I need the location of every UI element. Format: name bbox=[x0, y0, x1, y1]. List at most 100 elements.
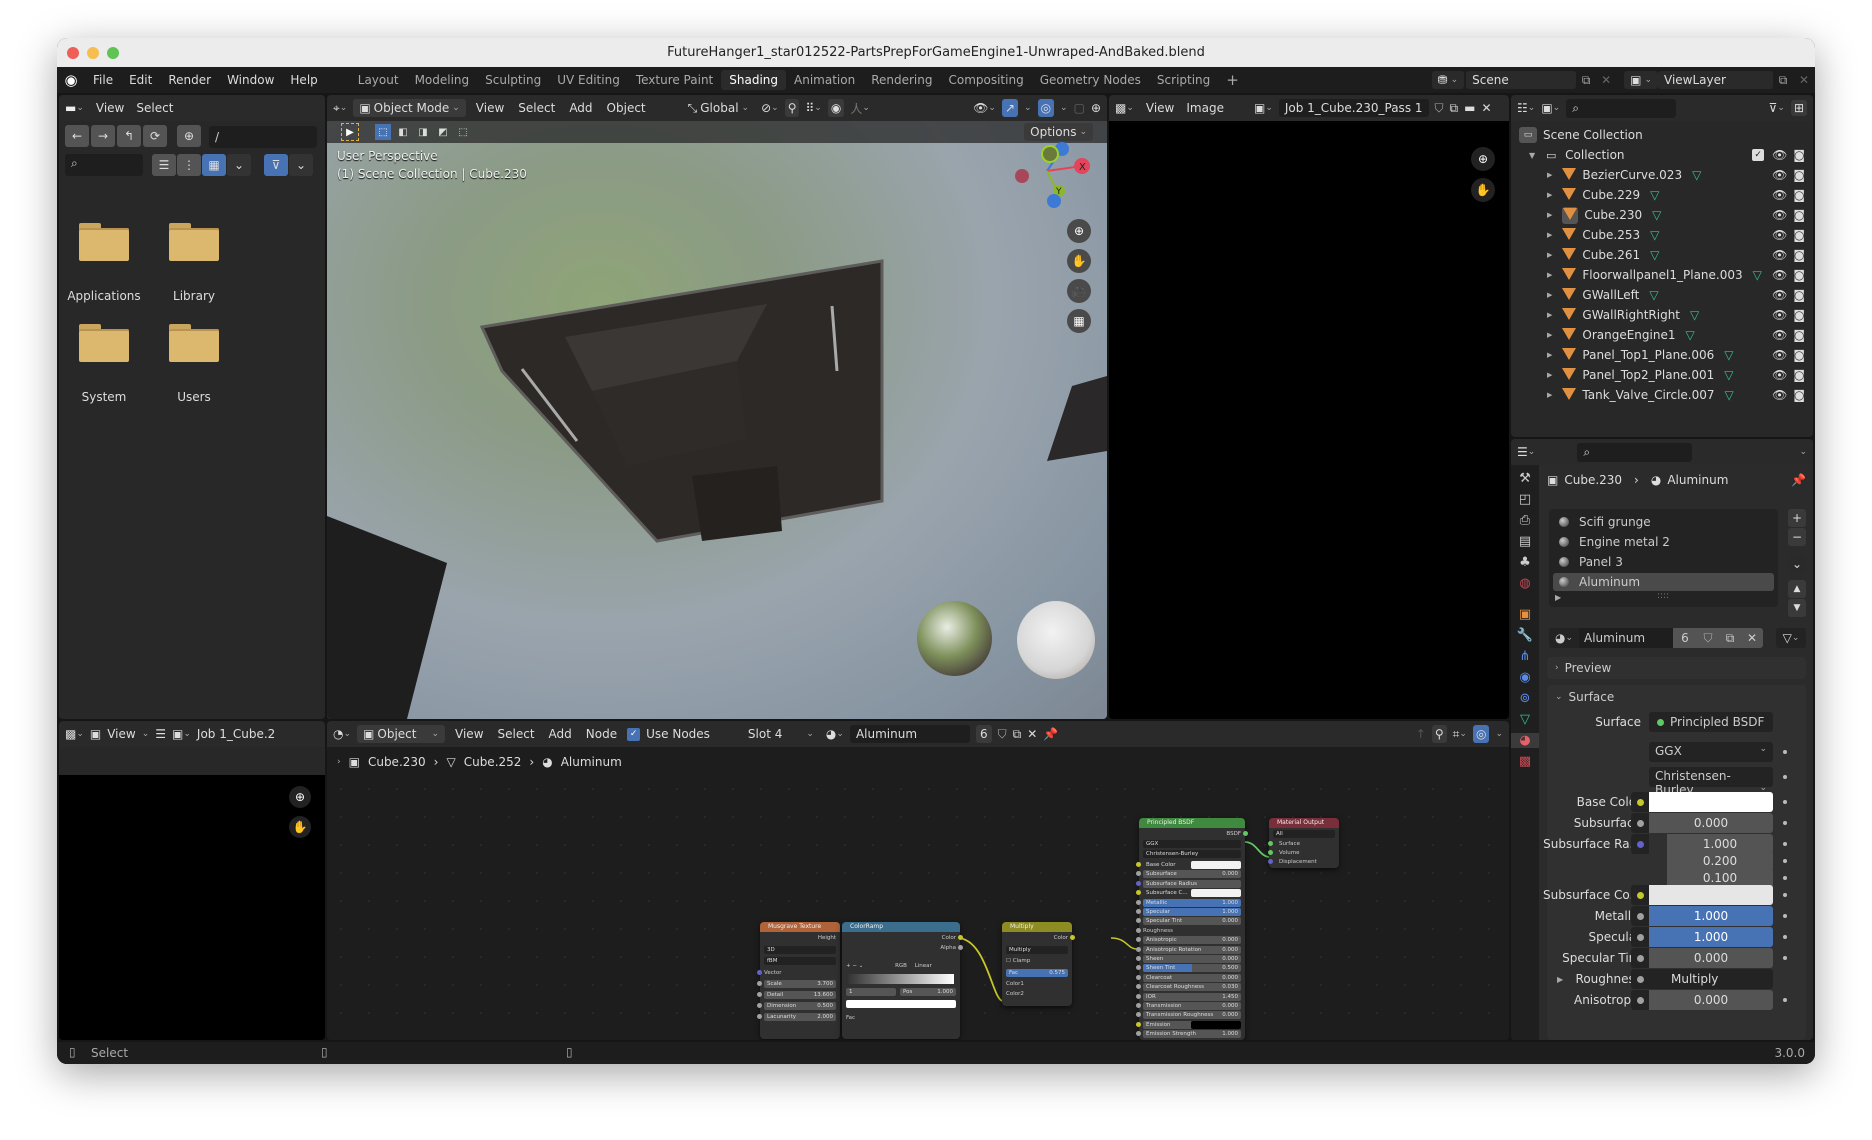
keyframe-dot[interactable] bbox=[1783, 775, 1787, 779]
snap-target-icon[interactable]: ⠿ ⌄ bbox=[805, 101, 821, 115]
keyframe-dot[interactable] bbox=[1783, 935, 1787, 939]
bsdf-input-row[interactable]: Clearcoat 0.000 bbox=[1143, 973, 1241, 982]
camera-render-icon[interactable]: ◙ bbox=[1793, 148, 1805, 162]
socket-icon[interactable] bbox=[1636, 840, 1644, 848]
node-material-output[interactable]: Material Output All Surface Volume Displ… bbox=[1268, 818, 1339, 868]
mesh-data-icon[interactable]: ▽ bbox=[1649, 288, 1658, 302]
input-socket[interactable] bbox=[1136, 1031, 1141, 1037]
outliner-object-row[interactable]: ▶ Panel_Top2_Plane.001 ▽ 👁 ◙ bbox=[1511, 365, 1813, 385]
viewport-menu-view[interactable]: View bbox=[472, 101, 508, 115]
folder-label-users[interactable]: Users bbox=[149, 390, 239, 404]
object-name[interactable]: Cube.253 bbox=[1582, 228, 1640, 242]
outliner-object-row[interactable]: ▶ GWallLeft ▽ 👁 ◙ bbox=[1511, 285, 1813, 305]
image-menu-image[interactable]: Image bbox=[1186, 101, 1224, 115]
minimize-window-button[interactable] bbox=[87, 47, 99, 59]
input-socket[interactable] bbox=[1136, 946, 1141, 952]
camera-view-icon[interactable]: 🎥 bbox=[1067, 279, 1091, 303]
zoom-window-button[interactable] bbox=[107, 47, 119, 59]
input-socket[interactable] bbox=[1136, 937, 1141, 943]
property-value-field[interactable]: 0.000 bbox=[1649, 990, 1773, 1010]
fake-user-shield-icon[interactable]: ⛉ bbox=[1697, 628, 1719, 648]
camera-render-icon[interactable]: ◙ bbox=[1793, 228, 1805, 242]
proportional-edit-icon[interactable]: ◉ bbox=[827, 99, 845, 117]
eye-icon[interactable]: 👁 bbox=[1772, 148, 1787, 162]
physics-tab-icon[interactable]: ◉ bbox=[1519, 670, 1530, 685]
outliner-search-input[interactable]: ⌕ bbox=[1566, 98, 1677, 118]
move-slot-up-icon[interactable]: ▲ bbox=[1788, 580, 1806, 598]
add-slot-button[interactable]: + bbox=[1788, 509, 1806, 527]
camera-render-icon[interactable]: ◙ bbox=[1793, 308, 1805, 322]
color-swatch[interactable] bbox=[1191, 889, 1241, 898]
wireframe-shading-icon[interactable]: ⊕ bbox=[1091, 101, 1101, 115]
property-value-field[interactable]: 0.000 bbox=[1649, 813, 1773, 833]
bsdf-input-row[interactable]: Anisotropic 0.000 bbox=[1143, 936, 1241, 945]
bsdf-input-row[interactable]: Emission bbox=[1143, 1020, 1241, 1029]
material-name-field[interactable]: Aluminum bbox=[1579, 628, 1673, 648]
file-menu-view[interactable]: View bbox=[90, 101, 130, 115]
editor-type-file-browser-icon[interactable]: ▬ ⌄ bbox=[65, 101, 84, 115]
input-socket[interactable] bbox=[757, 992, 762, 997]
camera-render-icon[interactable]: ◙ bbox=[1793, 388, 1805, 402]
new-view-layer-icon[interactable]: ⧉ bbox=[1773, 73, 1793, 88]
display-mode-icon[interactable]: ▣ ⌄ bbox=[1541, 101, 1560, 115]
input-socket[interactable] bbox=[1136, 880, 1141, 886]
input-socket[interactable] bbox=[1136, 899, 1141, 905]
pan-hand-icon[interactable]: ✋ bbox=[1471, 178, 1495, 202]
eye-icon[interactable]: 👁 bbox=[1772, 308, 1787, 322]
proportional-falloff-icon[interactable]: 人 ⌄ bbox=[850, 100, 870, 117]
color-swatch[interactable] bbox=[1191, 1020, 1241, 1029]
tab-sculpting[interactable]: Sculpting bbox=[477, 70, 549, 90]
camera-render-icon[interactable]: ◙ bbox=[1793, 268, 1805, 282]
keyframe-dot[interactable] bbox=[1783, 800, 1787, 804]
mesh-data-icon[interactable]: ▽ bbox=[1753, 268, 1762, 282]
input-socket[interactable] bbox=[1136, 965, 1141, 971]
view-layer-tab-icon[interactable]: ▤ bbox=[1519, 534, 1531, 549]
distribution-dropdown[interactable]: GGX bbox=[1143, 840, 1241, 848]
remove-slot-button[interactable]: − bbox=[1788, 528, 1806, 546]
material-slot-item[interactable]: Panel 3 bbox=[1553, 553, 1774, 571]
musgrave-field[interactable]: Dimension 0.500 bbox=[764, 1002, 836, 1010]
folder-icon[interactable] bbox=[169, 324, 219, 362]
camera-render-icon[interactable]: ◙ bbox=[1793, 328, 1805, 342]
list-resize-handle[interactable]: :::: bbox=[1657, 591, 1669, 601]
back-arrow-icon[interactable]: ← bbox=[65, 125, 89, 147]
expand-triangle-icon[interactable]: ▶ bbox=[1547, 271, 1552, 279]
mesh-data-icon[interactable]: ▽ bbox=[1686, 328, 1695, 342]
socket-icon[interactable] bbox=[1636, 819, 1644, 827]
file-menu-select[interactable]: Select bbox=[136, 101, 173, 115]
xray-toggle-icon[interactable]: ▢ bbox=[1074, 101, 1085, 115]
outliner-object-row[interactable]: ▶ Tank_Valve_Circle.007 ▽ 👁 ◙ bbox=[1511, 385, 1813, 405]
folder-icon[interactable] bbox=[79, 324, 129, 362]
folder-label-applications[interactable]: Applications bbox=[59, 289, 149, 303]
object-tab-icon[interactable]: ▣ bbox=[1519, 607, 1531, 622]
input-socket[interactable] bbox=[1136, 1003, 1141, 1008]
viewport-menu-select[interactable]: Select bbox=[514, 101, 559, 115]
exclude-checkbox[interactable]: ✓ bbox=[1752, 149, 1765, 161]
bsdf-input-row[interactable]: Metallic 1.000 bbox=[1143, 898, 1241, 907]
object-name[interactable]: Panel_Top1_Plane.006 bbox=[1582, 348, 1714, 362]
transform-orientation-dropdown[interactable]: ⤡ Global ⌄ bbox=[681, 98, 756, 118]
outliner-scene-collection[interactable]: ▭ Scene Collection bbox=[1511, 125, 1813, 145]
bsdf-input-row[interactable]: Specular Tint 0.000 bbox=[1143, 917, 1241, 926]
color-swatch[interactable] bbox=[1649, 885, 1773, 905]
color-swatch[interactable] bbox=[1649, 792, 1773, 812]
scene-tab-icon[interactable]: ♣ bbox=[1519, 555, 1531, 570]
editor-type-outliner-icon[interactable]: ☷ ⌄ bbox=[1517, 101, 1535, 115]
object-name[interactable]: Panel_Top2_Plane.001 bbox=[1582, 368, 1714, 382]
node-principled-bsdf[interactable]: Principled BSDF BSDF GGX Christensen-Bur… bbox=[1136, 818, 1248, 1040]
subsurface-method-dropdown[interactable]: Christensen-Burley bbox=[1143, 850, 1241, 858]
tab-shading[interactable]: Shading bbox=[721, 70, 786, 90]
mesh-data-icon[interactable]: ▽ bbox=[1724, 348, 1733, 362]
outliner-object-row[interactable]: ▶ GWallRightRight ▽ 👁 ◙ bbox=[1511, 305, 1813, 325]
bsdf-input-row[interactable]: Subsurface 0.000 bbox=[1143, 870, 1241, 879]
particles-tab-icon[interactable]: ⋔ bbox=[1520, 649, 1531, 664]
socket-icon[interactable] bbox=[1636, 975, 1644, 983]
preview-panel-header[interactable]: › Preview bbox=[1547, 657, 1806, 679]
color-ramp-gradient[interactable] bbox=[848, 974, 954, 984]
socket-icon[interactable] bbox=[1636, 891, 1644, 899]
input-socket[interactable] bbox=[1136, 1021, 1141, 1027]
hamburger-menu-icon[interactable]: ☰ bbox=[155, 727, 166, 741]
bsdf-input-row[interactable]: Sheen Tint 0.500 bbox=[1143, 964, 1241, 973]
object-name[interactable]: Cube.229 bbox=[1582, 188, 1640, 202]
user-count[interactable]: 6 bbox=[1673, 628, 1697, 648]
